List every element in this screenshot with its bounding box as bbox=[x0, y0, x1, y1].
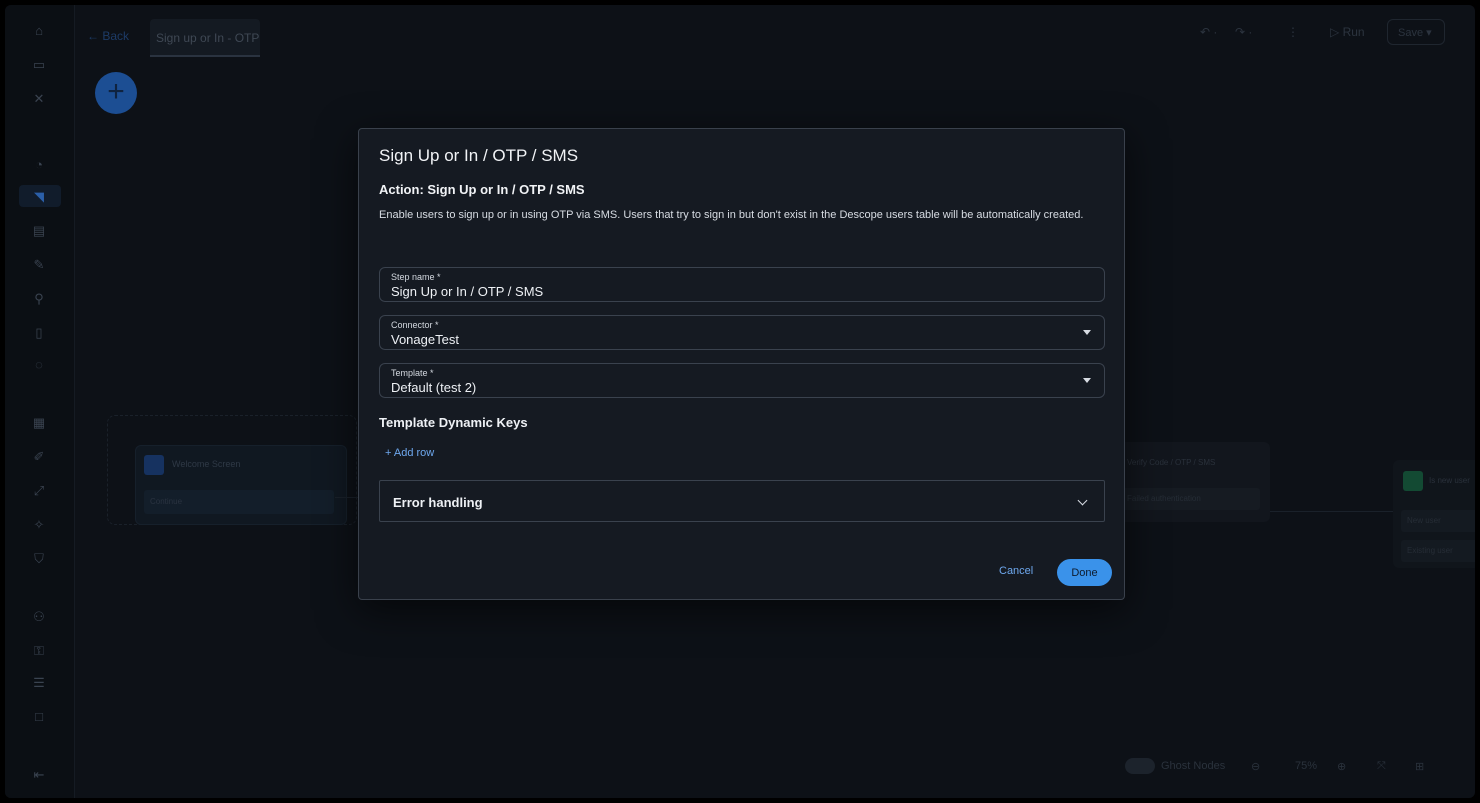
error-handling-label: Error handling bbox=[393, 495, 483, 510]
add-row-button[interactable]: + Add row bbox=[385, 447, 434, 459]
template-select[interactable]: Template * Default (test 2) bbox=[379, 363, 1105, 398]
done-button[interactable]: Done bbox=[1057, 559, 1112, 586]
action-title: Action: Sign Up or In / OTP / SMS bbox=[379, 182, 585, 197]
dynamic-keys-title: Template Dynamic Keys bbox=[379, 415, 528, 430]
step-name-field[interactable]: Step name * Sign Up or In / OTP / SMS bbox=[379, 267, 1105, 302]
template-label: Template * bbox=[391, 368, 434, 378]
caret-down-icon bbox=[1083, 378, 1091, 383]
caret-down-icon bbox=[1083, 330, 1091, 335]
error-handling-accordion[interactable]: Error handling bbox=[379, 480, 1105, 522]
connector-select[interactable]: Connector * VonageTest bbox=[379, 315, 1105, 350]
connector-label: Connector * bbox=[391, 320, 439, 330]
step-name-value: Sign Up or In / OTP / SMS bbox=[391, 284, 544, 299]
step-config-dialog: Sign Up or In / OTP / SMS Action: Sign U… bbox=[358, 128, 1125, 600]
template-value: Default (test 2) bbox=[391, 380, 477, 395]
connector-value: VonageTest bbox=[391, 332, 459, 347]
action-description: Enable users to sign up or in using OTP … bbox=[379, 209, 1084, 221]
dialog-title: Sign Up or In / OTP / SMS bbox=[379, 146, 579, 165]
chevron-down-icon bbox=[1077, 495, 1088, 506]
cancel-button[interactable]: Cancel bbox=[999, 565, 1033, 577]
step-name-label: Step name * bbox=[391, 272, 441, 282]
